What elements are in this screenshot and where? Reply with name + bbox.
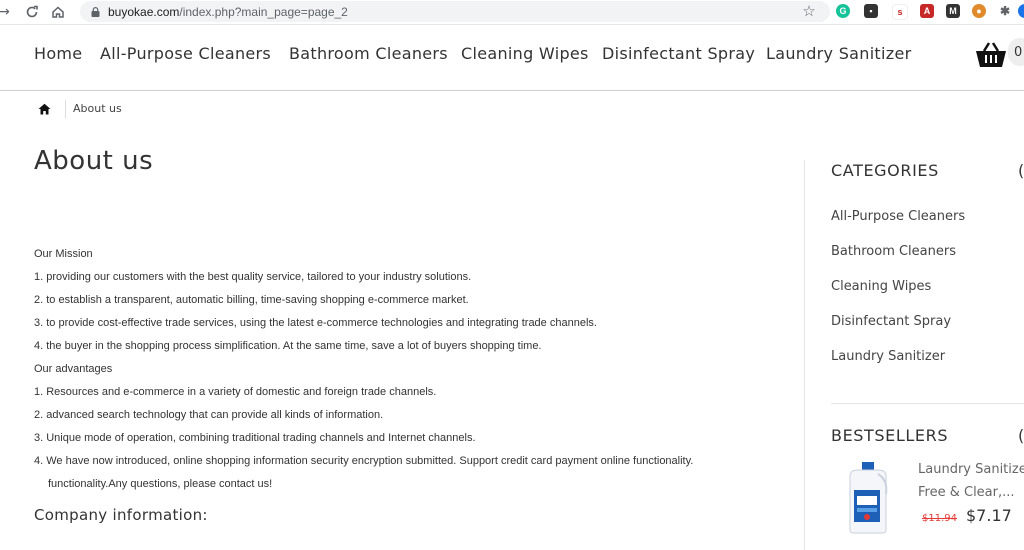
sale-price: $7.17 (966, 506, 1012, 525)
nav-laundry-sanitizer[interactable]: Laundry Sanitizer (766, 44, 911, 63)
lock-icon (90, 6, 100, 17)
sidebar-category-disinfectant-spray[interactable]: Disinfectant Spray (831, 314, 951, 329)
profile-avatar[interactable] (1018, 4, 1024, 18)
reload-icon[interactable] (22, 2, 42, 22)
content-line: 3. Unique mode of operation, combining t… (34, 432, 476, 444)
content-line: 4. We have now introduced, online shoppi… (34, 455, 694, 467)
browser-toolbar: → buyokae.com/index.php?main_page=page_2… (0, 0, 1024, 25)
categories-collapse-toggle[interactable]: ( (1018, 161, 1024, 180)
cart-count-badge[interactable]: 0 (1008, 38, 1024, 66)
page-title: About us (34, 146, 154, 176)
forward-icon[interactable]: → (0, 2, 14, 22)
bestsellers-heading: BESTSELLERS (831, 426, 949, 445)
extension-icon[interactable]: s (892, 4, 908, 20)
content-line: 2. to establish a transparent, automatic… (34, 294, 469, 306)
content-line: Our advantages (34, 363, 113, 375)
bestsellers-collapse-toggle[interactable]: ( (1018, 426, 1024, 445)
about-content: Our Mission 1. providing our customers w… (34, 248, 774, 501)
sidebar-category-bathroom-cleaners[interactable]: Bathroom Cleaners (831, 244, 956, 259)
content-line: 3. to provide cost-effective trade servi… (34, 317, 597, 329)
bestseller-product-name-line2[interactable]: Free & Clear,... (918, 485, 1015, 500)
sidebar-category-cleaning-wipes[interactable]: Cleaning Wipes (831, 279, 931, 294)
breadcrumb-separator (65, 100, 66, 118)
puzzle-extensions-icon[interactable]: ✱ (998, 4, 1012, 18)
m-extension-icon[interactable]: M (946, 4, 960, 18)
nav-bathroom-cleaners[interactable]: Bathroom Cleaners (289, 44, 448, 63)
sidebar-divider (804, 160, 805, 550)
extension-icon[interactable]: ● (972, 4, 986, 18)
content-line: 2. advanced search technology that can p… (34, 409, 384, 421)
categories-heading: CATEGORIES (831, 161, 939, 180)
company-info-heading: Company information: (34, 506, 208, 524)
content-line: 1. providing our customers with the best… (34, 271, 472, 283)
extension-icon[interactable]: ▪ (864, 4, 878, 18)
home-icon[interactable] (48, 2, 68, 22)
bookmark-star-icon[interactable]: ☆ (800, 2, 818, 20)
nav-home[interactable]: Home (34, 44, 82, 63)
bestseller-product-name[interactable]: Laundry Sanitize (918, 462, 1024, 477)
breadcrumb-current: About us (73, 102, 122, 115)
content-line: Our Mission (34, 248, 93, 260)
sidebar-section-divider (831, 403, 1024, 404)
shopping-basket-icon[interactable] (974, 40, 1008, 70)
nav-disinfectant-spray[interactable]: Disinfectant Spray (602, 44, 755, 63)
product-image[interactable] (842, 460, 892, 534)
content-line: 1. Resources and e-commerce in a variety… (34, 386, 437, 398)
pdf-extension-icon[interactable]: A (920, 4, 934, 18)
old-price: $11.94 (922, 513, 957, 524)
sidebar-category-all-purpose-cleaners[interactable]: All-Purpose Cleaners (831, 209, 965, 224)
content-line: functionality.Any questions, please cont… (48, 478, 273, 490)
nav-cleaning-wipes[interactable]: Cleaning Wipes (461, 44, 589, 63)
breadcrumb-home-icon[interactable] (38, 103, 51, 115)
content-line: 4. the buyer in the shopping process sim… (34, 340, 542, 352)
address-bar[interactable]: buyokae.com/index.php?main_page=page_2 (80, 1, 830, 22)
site-navigation: Home All-Purpose Cleaners Bathroom Clean… (0, 26, 1024, 91)
url-text: buyokae.com/index.php?main_page=page_2 (108, 4, 348, 19)
grammarly-extension-icon[interactable]: G (836, 4, 850, 18)
sidebar-category-laundry-sanitizer[interactable]: Laundry Sanitizer (831, 349, 945, 364)
nav-all-purpose-cleaners[interactable]: All-Purpose Cleaners (100, 44, 271, 63)
